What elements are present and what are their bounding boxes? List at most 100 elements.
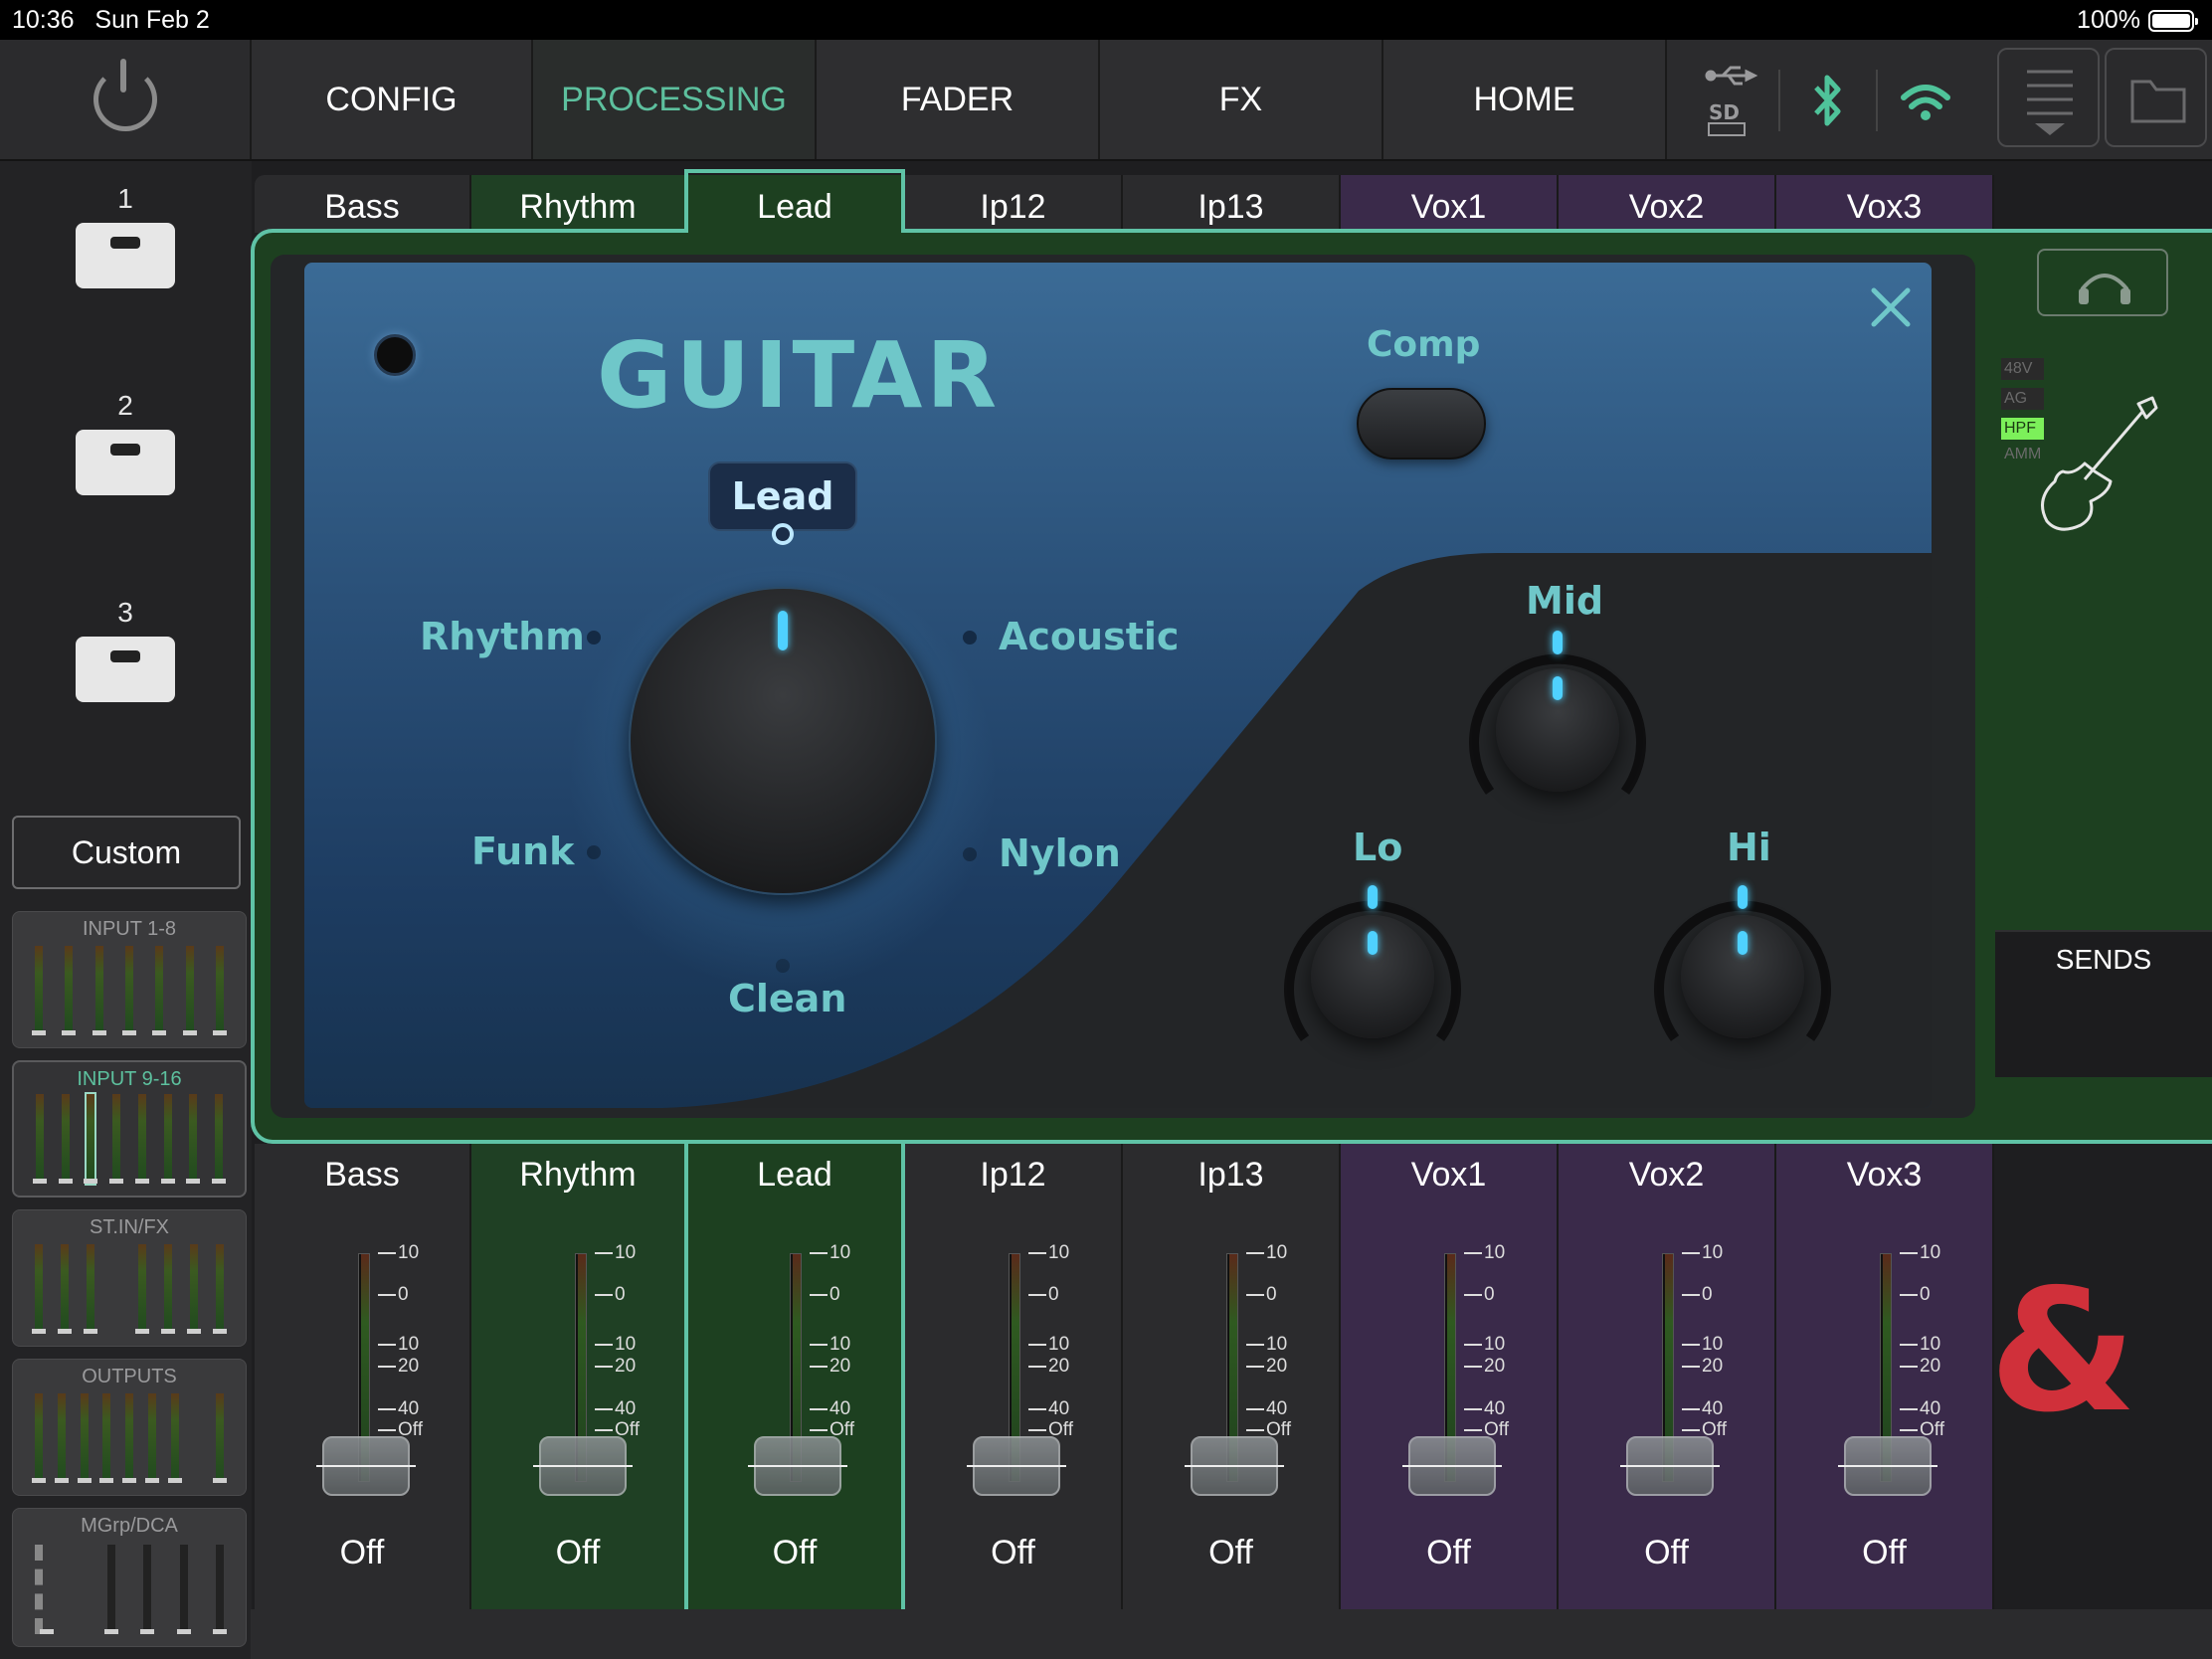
sends-panel[interactable]: SENDS (1995, 930, 2212, 1077)
group-outputs[interactable]: OUTPUTS (12, 1359, 247, 1496)
channel-tab-rhythm[interactable]: Rhythm (471, 175, 686, 233)
close-icon[interactable] (1866, 282, 1916, 332)
menu-button[interactable] (1997, 48, 2100, 147)
eq-lo-indicator (1368, 931, 1378, 955)
fader-scale-tick: 20 (378, 1357, 419, 1376)
tab-fader[interactable]: FADER (817, 40, 1100, 159)
selected-tab-join (688, 227, 901, 237)
selected-strip-outline (684, 1140, 688, 1655)
scene-1[interactable]: 1 (76, 183, 175, 288)
tab-config[interactable]: CONFIG (252, 40, 533, 159)
headphone-button[interactable] (2037, 249, 2168, 316)
flag-48v[interactable]: 48V (2001, 358, 2045, 380)
fader-cap-line (316, 1465, 416, 1467)
fader-scale-tick: 10 (810, 1335, 850, 1354)
fader-scale-tick: 0 (1028, 1285, 1059, 1304)
folder-icon (2130, 80, 2186, 123)
eq-lo-label: Lo (1353, 826, 1403, 869)
scene-number: 2 (117, 390, 133, 421)
channel-tab-lead[interactable]: Lead (686, 175, 905, 233)
preset-funk[interactable]: Funk (471, 830, 574, 873)
status-date: Sun Feb 2 (94, 6, 210, 34)
group-input-9-16[interactable]: INPUT 9-16 (12, 1060, 247, 1198)
fader-scale-tick: 20 (1028, 1357, 1069, 1376)
group-mgrp-dca[interactable]: MGrp/DCA (12, 1508, 247, 1647)
channel-strip-vox3: Vox3 10 0 10 20 40 Off Off (1776, 1144, 1994, 1609)
bluetooth-icon[interactable] (1808, 70, 1848, 133)
preset-marker-lead (772, 523, 794, 545)
channel-tab-ip12[interactable]: Ip12 (905, 175, 1123, 233)
selected-strip-outline (901, 1140, 905, 1655)
channel-strip-ip12: Ip12 10 0 10 20 40 Off Off (905, 1144, 1123, 1609)
strip-name: Ip13 (1198, 1156, 1264, 1194)
preset-nylon[interactable]: Nylon (999, 831, 1121, 875)
strip-name: Lead (757, 1156, 832, 1194)
channel-tab-vox2[interactable]: Vox2 (1559, 175, 1776, 233)
scene-button[interactable] (76, 637, 175, 702)
fader-scale-tick: 10 (1028, 1243, 1069, 1262)
selected-preset-label: Lead (731, 474, 834, 518)
channel-tab-ip13[interactable]: Ip13 (1123, 175, 1341, 233)
battery-percent: 100% (2077, 6, 2140, 34)
sends-area (1975, 597, 2212, 930)
folder-button[interactable] (2105, 48, 2207, 147)
tab-home[interactable]: HOME (1383, 40, 1667, 159)
selected-preset-badge: Lead (708, 461, 857, 531)
group-meters (35, 1545, 227, 1634)
fader-scale-tick: 10 (1246, 1243, 1287, 1262)
strip-name: Rhythm (519, 1156, 637, 1194)
strip-name: Vox3 (1846, 1156, 1923, 1194)
top-navigation: CONFIG PROCESSING FADER FX HOME SD (0, 40, 2212, 161)
preset-acoustic[interactable]: Acoustic (999, 615, 1179, 658)
scene-button[interactable] (76, 223, 175, 288)
fader-scale-tick: 10 (1900, 1335, 1940, 1354)
battery-icon (2148, 9, 2198, 32)
scene-3[interactable]: 3 (76, 597, 175, 702)
fader-scale-tick: 40 (1464, 1399, 1505, 1418)
tab-fx[interactable]: FX (1100, 40, 1383, 159)
usb-sd-icon: SD (1705, 66, 1758, 136)
knob-indicator (778, 611, 788, 650)
fader-scale-tick: 0 (378, 1285, 409, 1304)
brand-logo: & (1989, 1253, 2137, 1450)
fader-value: Off (1862, 1534, 1907, 1571)
fader-scale-tick: 20 (810, 1357, 850, 1376)
fader-value: Off (1644, 1534, 1689, 1571)
fader-cap-line (1838, 1465, 1937, 1467)
wifi-icon[interactable] (1898, 76, 1953, 127)
eq-hi-label: Hi (1727, 826, 1771, 869)
fader-scale-tick: 0 (1682, 1285, 1713, 1304)
channel-tab-vox3[interactable]: Vox3 (1776, 175, 1994, 233)
group-meters (32, 946, 227, 1035)
selected-tab-outline (684, 169, 688, 231)
menu-icon (2027, 70, 2073, 135)
scene-2[interactable]: 2 (76, 390, 175, 495)
fader-scale-tick: 20 (1246, 1357, 1287, 1376)
strip-name: Bass (324, 1156, 400, 1194)
group-st-in-fx[interactable]: ST.IN/FX (12, 1209, 247, 1347)
strip-name: Vox1 (1410, 1156, 1487, 1194)
comp-toggle[interactable] (1357, 388, 1486, 460)
fader-value: Off (991, 1534, 1035, 1571)
fader-scale-tick: 40 (1900, 1399, 1940, 1418)
bottom-bar (251, 1609, 2212, 1659)
group-meters (33, 1092, 226, 1186)
channel-tab-bass[interactable]: Bass (255, 175, 471, 233)
power-button[interactable] (0, 40, 252, 159)
channel-tab-vox1[interactable]: Vox1 (1341, 175, 1559, 233)
eq-mid-marker (1553, 631, 1563, 654)
preset-rhythm[interactable]: Rhythm (420, 615, 585, 658)
channel-strip-rhythm: Rhythm 10 0 10 20 40 Off Off (471, 1144, 686, 1609)
fader-scale-tick: 10 (378, 1335, 419, 1354)
eq-mid-label: Mid (1526, 579, 1604, 623)
custom-button[interactable]: Custom (12, 816, 241, 889)
tab-processing[interactable]: PROCESSING (533, 40, 817, 159)
channel-strip-ip13: Ip13 10 0 10 20 40 Off Off (1123, 1144, 1341, 1609)
fader-value: Off (1208, 1534, 1253, 1571)
fader-cap-line (533, 1465, 633, 1467)
group-input-1-8[interactable]: INPUT 1-8 (12, 911, 247, 1048)
svg-text:SD: SD (1709, 100, 1740, 124)
fader-scale-tick: 20 (595, 1357, 636, 1376)
fader-value: Off (339, 1534, 385, 1571)
scene-button[interactable] (76, 430, 175, 495)
